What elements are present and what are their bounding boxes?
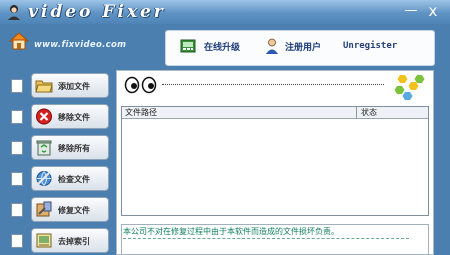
column-resize-handle[interactable] bbox=[356, 107, 357, 119]
file-doc-icon bbox=[11, 234, 23, 248]
remove-index-label: 去掉索引 bbox=[58, 237, 90, 246]
column-header-status[interactable]: 状态 bbox=[361, 107, 377, 119]
repair-file-button[interactable]: 修复文件 bbox=[31, 197, 109, 222]
check-file-label: 检查文件 bbox=[58, 175, 90, 184]
table-header-row bbox=[122, 107, 428, 119]
remove-file-label: 移除文件 bbox=[58, 113, 90, 122]
hexagon-decoration-icon bbox=[394, 75, 425, 100]
add-file-button[interactable]: 添加文件 bbox=[31, 73, 109, 98]
remove-index-button[interactable]: 去掉索引 bbox=[31, 228, 109, 253]
file-doc-icon bbox=[11, 203, 23, 217]
eyes-icon bbox=[124, 76, 157, 94]
file-doc-icon bbox=[11, 141, 23, 155]
disclaimer-text: 本公司不对在修复过程中由于本软件而造成的文件损坏负责。 bbox=[123, 227, 339, 236]
user-avatar-icon bbox=[8, 5, 20, 20]
file-doc-icon bbox=[11, 79, 23, 93]
remove-x-icon bbox=[36, 108, 52, 125]
remove-file-button[interactable]: 移除文件 bbox=[31, 104, 109, 129]
dotted-divider bbox=[162, 84, 384, 85]
check-globe-icon bbox=[36, 171, 52, 186]
minimize-button[interactable]: — bbox=[402, 3, 420, 19]
online-update-link[interactable]: 在线升级 bbox=[204, 40, 240, 53]
file-doc-icon bbox=[11, 110, 23, 124]
home-icon[interactable] bbox=[8, 30, 30, 52]
website-url: www.fixvideo.com bbox=[34, 40, 127, 50]
recycle-bin-icon bbox=[36, 140, 52, 156]
add-file-label: 添加文件 bbox=[58, 82, 90, 91]
app-title: video Fixer bbox=[28, 2, 166, 22]
remove-all-button[interactable]: 移除所有 bbox=[31, 135, 109, 160]
register-user-link[interactable]: 注册用户 bbox=[285, 40, 321, 53]
registration-status: Unregister bbox=[343, 41, 398, 51]
check-file-button[interactable]: 检查文件 bbox=[31, 166, 109, 191]
close-button[interactable]: x bbox=[424, 3, 442, 19]
register-user-icon[interactable] bbox=[265, 38, 279, 54]
repair-tools-icon bbox=[36, 201, 52, 217]
file-list-table[interactable] bbox=[121, 106, 429, 216]
online-update-icon[interactable] bbox=[180, 38, 196, 54]
remove-all-label: 移除所有 bbox=[58, 144, 90, 153]
file-doc-icon bbox=[11, 172, 23, 186]
folder-open-icon bbox=[35, 80, 53, 93]
log-divider bbox=[123, 238, 409, 239]
column-header-file-path[interactable]: 文件路径 bbox=[125, 107, 157, 119]
remove-index-icon bbox=[36, 233, 52, 248]
repair-file-label: 修复文件 bbox=[58, 206, 90, 215]
